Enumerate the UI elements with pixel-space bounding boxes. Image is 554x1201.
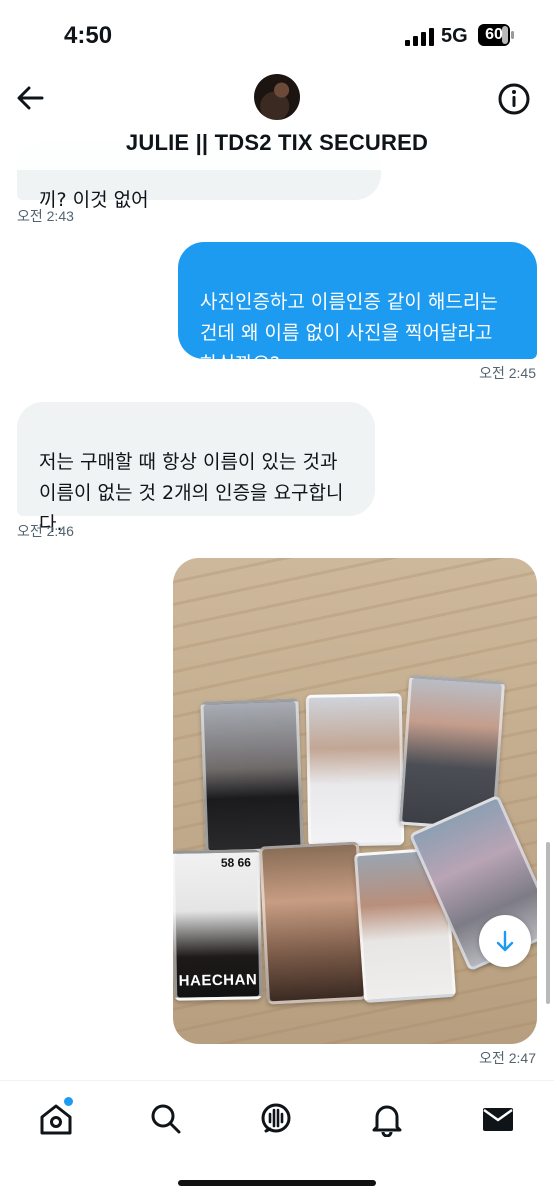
message-text: 저는 구매할 때 항상 이름이 있는 것과 이름이 없는 것 2개의 인증을 요…	[39, 451, 344, 535]
status-bar: 4:50 5G 60	[0, 0, 554, 72]
photocard	[305, 693, 405, 847]
photocard	[258, 841, 368, 1005]
battery-icon: 60	[478, 24, 514, 46]
message-sent[interactable]: 사진인증하고 이름인증 같이 해드리는 건데 왜 이름 없이 사진을 찍어달라고…	[178, 242, 537, 375]
photocard	[200, 698, 304, 854]
messages-envelope-icon[interactable]	[480, 1101, 516, 1137]
network-type: 5G	[441, 25, 468, 47]
message-image[interactable]: 58 66 HAECHAN	[173, 558, 537, 1044]
message-timestamp: 오전 2:43	[17, 208, 74, 224]
scrollbar[interactable]	[546, 842, 550, 1004]
message-timestamp: 오전 2:46	[17, 523, 74, 539]
photocard-haechan: 58 66 HAECHAN	[173, 849, 263, 1001]
notification-dot	[62, 1095, 75, 1108]
chat-title: JULIE || TDS2 TIX SECURED	[125, 130, 429, 155]
avatar[interactable]	[254, 74, 300, 120]
message-received[interactable]: 저는 구매할 때 항상 이름이 있는 것과 이름이 없는 것 2개의 인증을 요…	[17, 402, 375, 535]
signal-icon	[405, 28, 434, 46]
search-icon[interactable]	[148, 1101, 184, 1137]
notifications-bell-icon[interactable]	[369, 1101, 405, 1137]
message-timestamp: 오전 2:45	[479, 365, 536, 381]
home-indicator[interactable]	[178, 1180, 376, 1186]
message-text: 사진인증하고 이름인증 같이 해드리는 건데 왜 이름 없이 사진을 찍어달라고…	[200, 291, 498, 375]
info-icon[interactable]	[497, 82, 531, 116]
spaces-icon[interactable]	[258, 1101, 294, 1137]
chat-header: 4:50 5G 60 JULIE || TDS2 TIX SECURED	[0, 0, 554, 170]
back-arrow-icon[interactable]	[14, 82, 46, 114]
battery-level: 60	[485, 26, 503, 43]
status-time: 4:50	[64, 22, 113, 49]
card-name-label: HAECHAN	[178, 971, 258, 990]
message-timestamp: 오전 2:47	[479, 1050, 536, 1066]
card-number: 58 66	[220, 855, 252, 870]
scroll-down-button[interactable]	[479, 915, 531, 967]
arrow-down-icon	[496, 930, 514, 952]
